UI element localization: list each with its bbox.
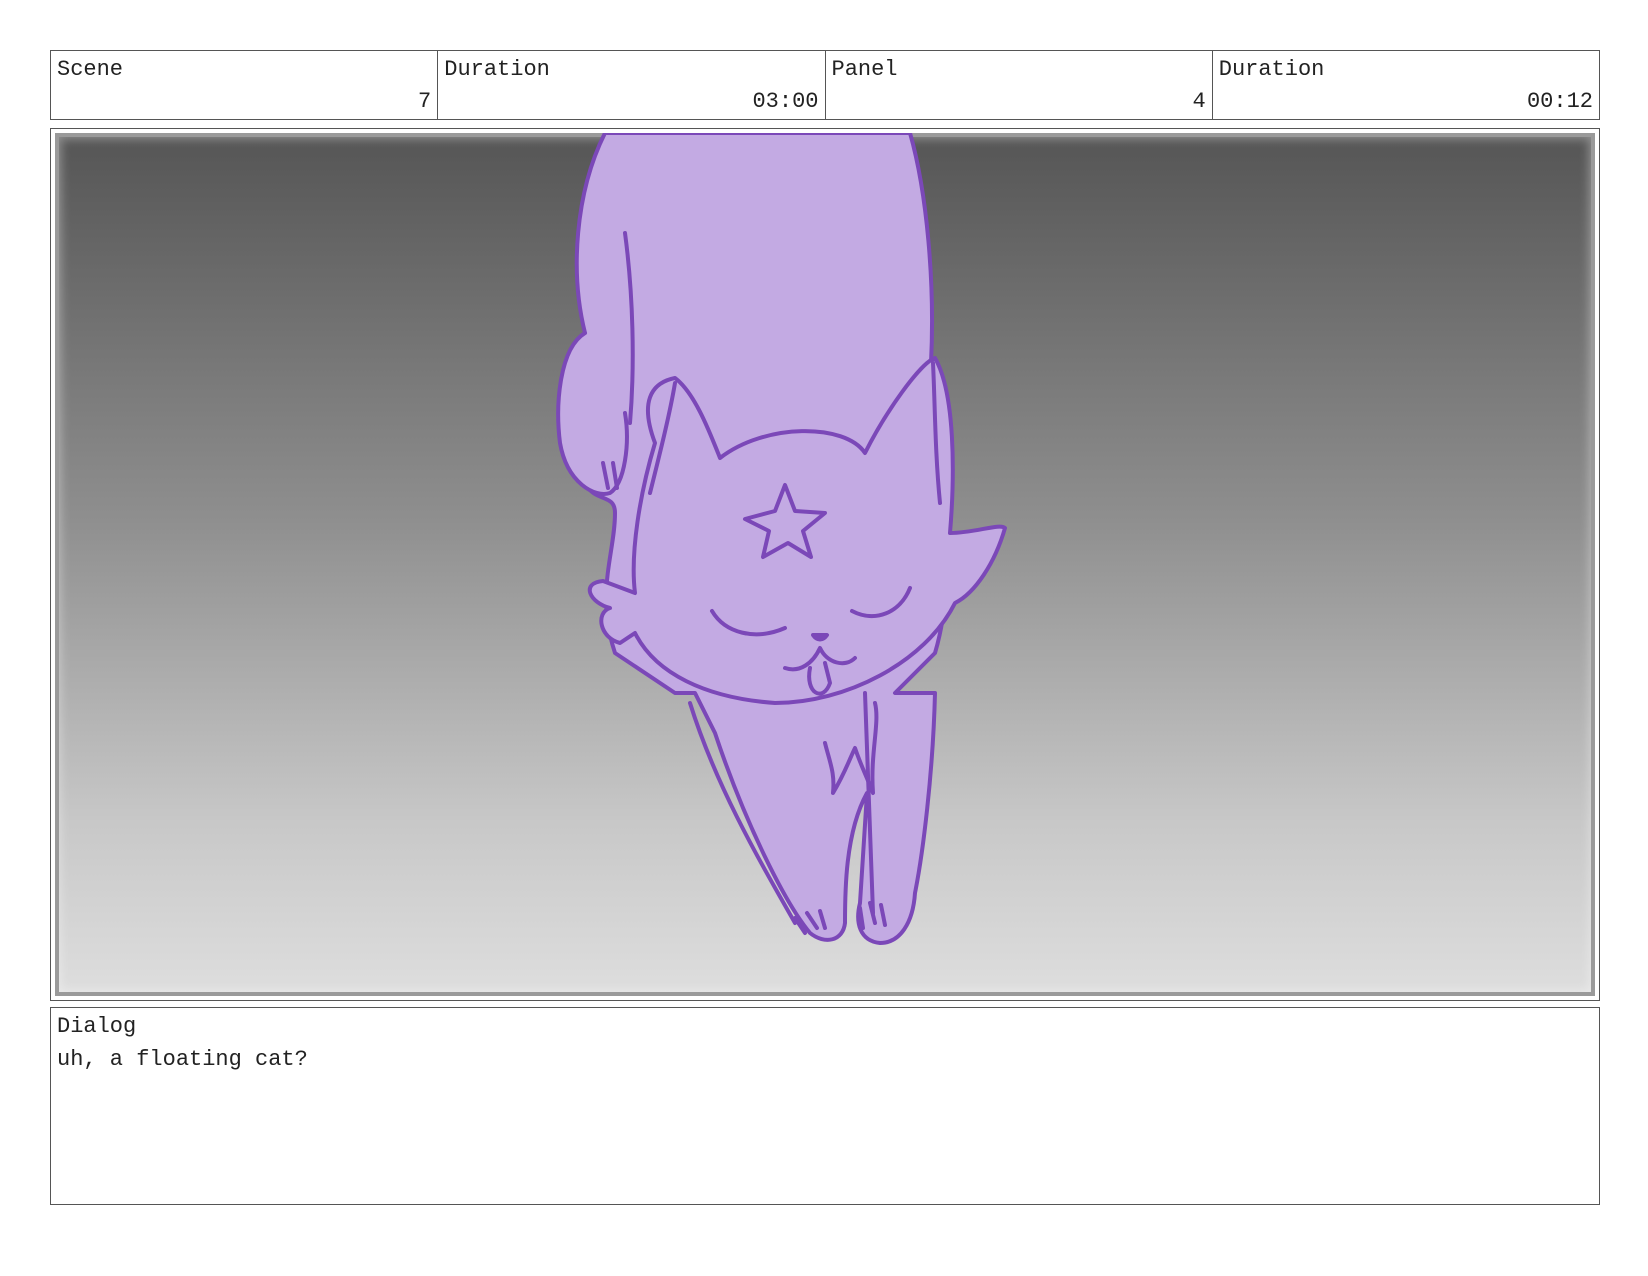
panel-label: Panel [831,57,898,82]
scene-duration-cell: Duration 03:00 [438,51,826,119]
scene-label: Scene [57,57,124,82]
dialog-box: Dialog uh, a floating cat? [50,1007,1600,1205]
panel-header: Scene 7 Duration 03:00 Panel 4 Duration … [50,50,1600,120]
dialog-label: Dialog [57,1014,137,1039]
cat-nose [811,633,829,642]
dialog-text: uh, a floating cat? [57,1047,308,1072]
storyboard-panel [50,128,1600,1001]
panel-artwork [55,133,1595,996]
scene-duration-value: 03:00 [752,89,819,114]
cat-drawing [556,133,1007,945]
panel-duration-value: 00:12 [1526,89,1593,114]
scene-duration-label: Duration [444,57,550,82]
panel-number: 4 [1192,89,1206,114]
scene-number: 7 [418,89,432,114]
scene-cell: Scene 7 [51,51,439,119]
panel-duration-cell: Duration 00:12 [1213,51,1599,119]
panel-cell: Panel 4 [826,51,1213,119]
panel-duration-label: Duration [1218,57,1325,82]
